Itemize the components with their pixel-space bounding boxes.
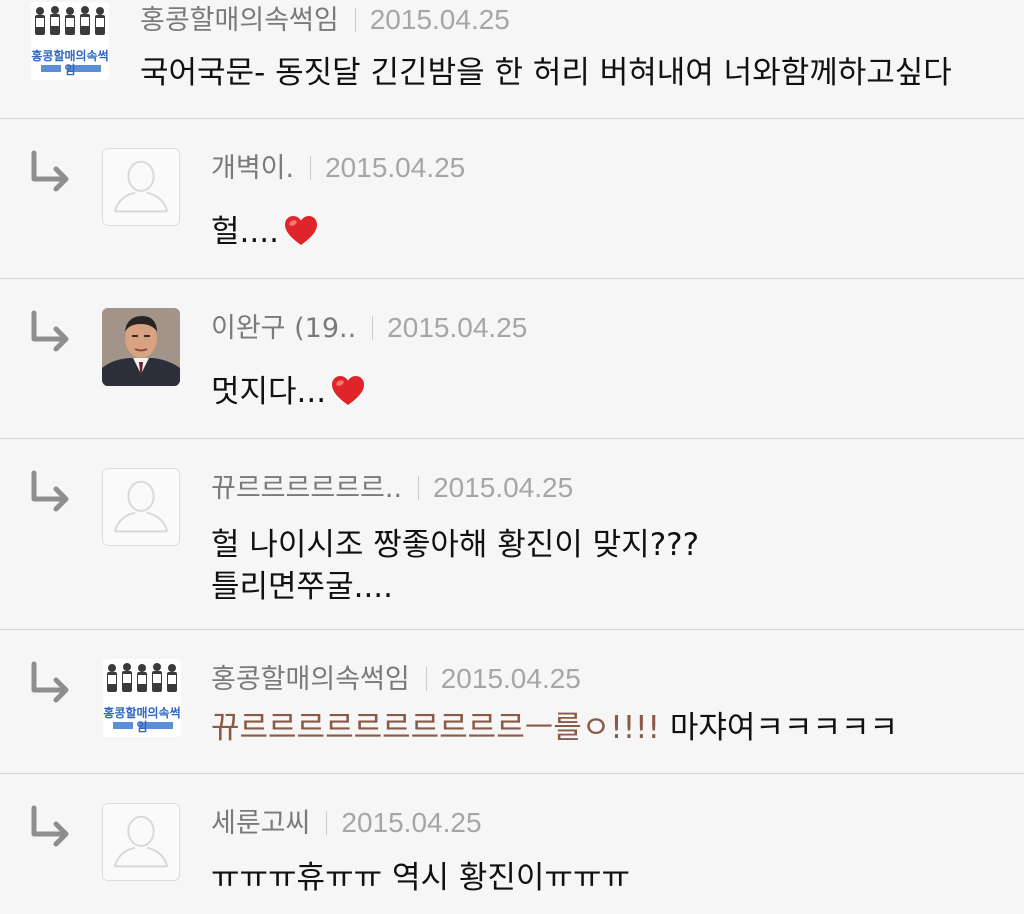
comment-text: 헐.... — [211, 214, 279, 250]
comment-text: 멋지다... — [211, 374, 327, 410]
meta-divider — [354, 8, 356, 32]
avatar[interactable] — [102, 308, 180, 386]
reply-arrow-icon — [26, 469, 74, 517]
comment-text-container: 멋지다... — [211, 371, 366, 413]
comment-date: 2015.04.25 — [387, 312, 528, 343]
heart-icon — [330, 374, 366, 408]
comment-author[interactable]: 홍콩할매의속썩임 — [140, 5, 339, 36]
comment-meta: 세룬고씨 2015.04.25 — [211, 806, 482, 841]
reply-item: 홍콩할매의속썩임 홍콩할매의속썩임 2015.04.25 뀨르르르르르르르르르르ㅡ… — [0, 630, 1024, 774]
comment-author[interactable]: 홍콩할매의속썩임 — [211, 664, 410, 695]
man-in-suit-photo-icon — [102, 308, 180, 386]
comment-author[interactable]: 개벽이. — [211, 153, 294, 184]
avatar-logo-text: 홍콩할매의속썩임 — [31, 49, 109, 77]
reply-arrow-icon — [26, 660, 74, 708]
reply-item: 이완구 (19.. 2015.04.25 멋지다... — [0, 279, 1024, 439]
reply-item: 세룬고씨 2015.04.25 ㅠㅠㅠ휴ㅠㅠ 역시 황진이ㅠㅠㅠ — [0, 774, 1024, 914]
comment-text-line: 틀리면쭈굴.... — [211, 569, 394, 605]
comment-date: 2015.04.25 — [440, 663, 581, 694]
comment-date: 2015.04.25 — [369, 4, 510, 35]
comment-author[interactable]: 세룬고씨 — [211, 808, 310, 839]
reply-arrow-icon — [26, 149, 74, 197]
comment-text-line: 헐 나이시조 짱좋아해 황진이 맞지??? — [211, 527, 700, 563]
meta-divider — [425, 667, 427, 691]
avatar[interactable] — [102, 468, 180, 546]
avatar-logo-text: 홍콩할매의속썩임 — [103, 706, 181, 734]
comment-author[interactable]: 이완구 (19.. — [211, 313, 356, 344]
default-person-icon — [103, 469, 179, 545]
comment-meta: 이완구 (19.. 2015.04.25 — [211, 311, 527, 346]
comment-date: 2015.04.25 — [433, 472, 574, 503]
comment-meta: 개벽이. 2015.04.25 — [211, 151, 465, 186]
reply-item: 개벽이. 2015.04.25 헐.... — [0, 119, 1024, 279]
avatar[interactable] — [102, 148, 180, 226]
meta-divider — [372, 316, 374, 340]
comment-meta: 홍콩할매의속썩임 2015.04.25 — [140, 3, 510, 38]
avatar[interactable]: 홍콩할매의속썩임 — [30, 2, 110, 80]
reply-item: 뀨르르르르르르.. 2015.04.25 헐 나이시조 짱좋아해 황진이 맞지??… — [0, 439, 1024, 630]
avatar[interactable]: 홍콩할매의속썩임 — [102, 659, 182, 737]
comment-meta: 뀨르르르르르르.. 2015.04.25 — [211, 471, 573, 506]
comment-meta: 홍콩할매의속썩임 2015.04.25 — [211, 662, 581, 697]
comment-text-container: 뀨르르르르르르르르르르ㅡ를ㅇ!!!! 마쟈여ㅋㅋㅋㅋㅋ — [211, 707, 898, 749]
default-person-icon — [103, 804, 179, 880]
comment-date: 2015.04.25 — [341, 807, 482, 838]
meta-divider — [310, 156, 312, 180]
default-person-icon — [103, 149, 179, 225]
comment-author[interactable]: 뀨르르르르르르.. — [211, 473, 402, 504]
comment-text: 마쟈여ㅋㅋㅋㅋㅋ — [660, 710, 899, 746]
comment-date: 2015.04.25 — [325, 152, 466, 183]
meta-divider — [326, 811, 328, 835]
meta-divider — [418, 476, 420, 500]
avatar[interactable] — [102, 803, 180, 881]
comment-text-highlight: 뀨르르르르르르르르르르ㅡ를ㅇ!!!! — [211, 710, 660, 746]
heart-icon — [283, 214, 319, 248]
reply-arrow-icon — [26, 804, 74, 852]
comment-text: 국어국문- 동짓달 긴긴밤을 한 허리 버혀내여 너와함께하고싶다 — [140, 55, 952, 91]
reply-arrow-icon — [26, 309, 74, 357]
comment-item: 홍콩할매의속썩임 홍콩할매의속썩임 2015.04.25 국어국문- 동짓달 긴긴… — [0, 0, 1024, 119]
comment-text: ㅠㅠㅠ휴ㅠㅠ 역시 황진이ㅠㅠㅠ — [211, 860, 630, 896]
comment-text-container: 헐.... — [211, 211, 319, 253]
